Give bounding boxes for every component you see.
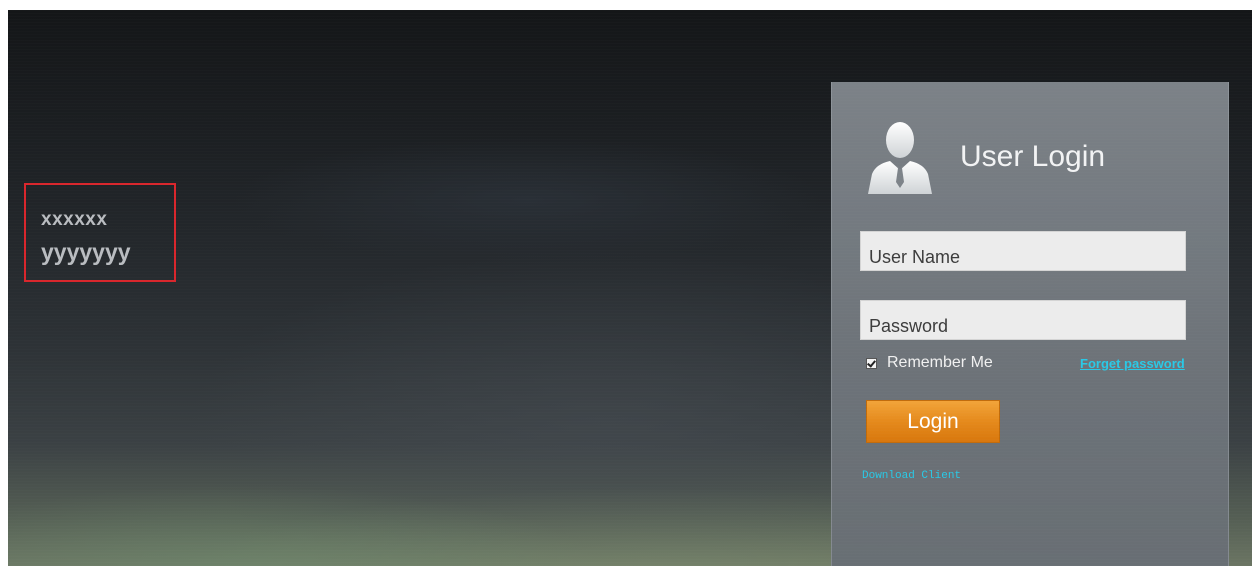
login-title: User Login (960, 140, 1106, 173)
forget-password-link[interactable]: Forget password (1080, 356, 1185, 371)
brand-line-2: yyyyyyy (41, 239, 131, 265)
remember-me-row[interactable]: Remember Me (866, 354, 993, 372)
login-button[interactable]: Login (866, 400, 1000, 443)
brand-line-1: xxxxxx (41, 209, 108, 230)
remember-me-checkbox[interactable] (866, 357, 877, 369)
remember-me-label: Remember Me (887, 354, 993, 371)
password-input[interactable] (860, 300, 1186, 340)
download-client-link[interactable]: Download Client (862, 470, 961, 482)
user-silhouette-icon (868, 122, 932, 194)
brand-highlight-box: xxxxxx yyyyyyy (24, 183, 176, 282)
username-input[interactable] (860, 231, 1186, 271)
login-page-background: xxxxxx yyyyyyy User Login Remember Me Fo… (8, 10, 1252, 566)
login-panel: User Login Remember Me Forget password L… (831, 82, 1229, 566)
